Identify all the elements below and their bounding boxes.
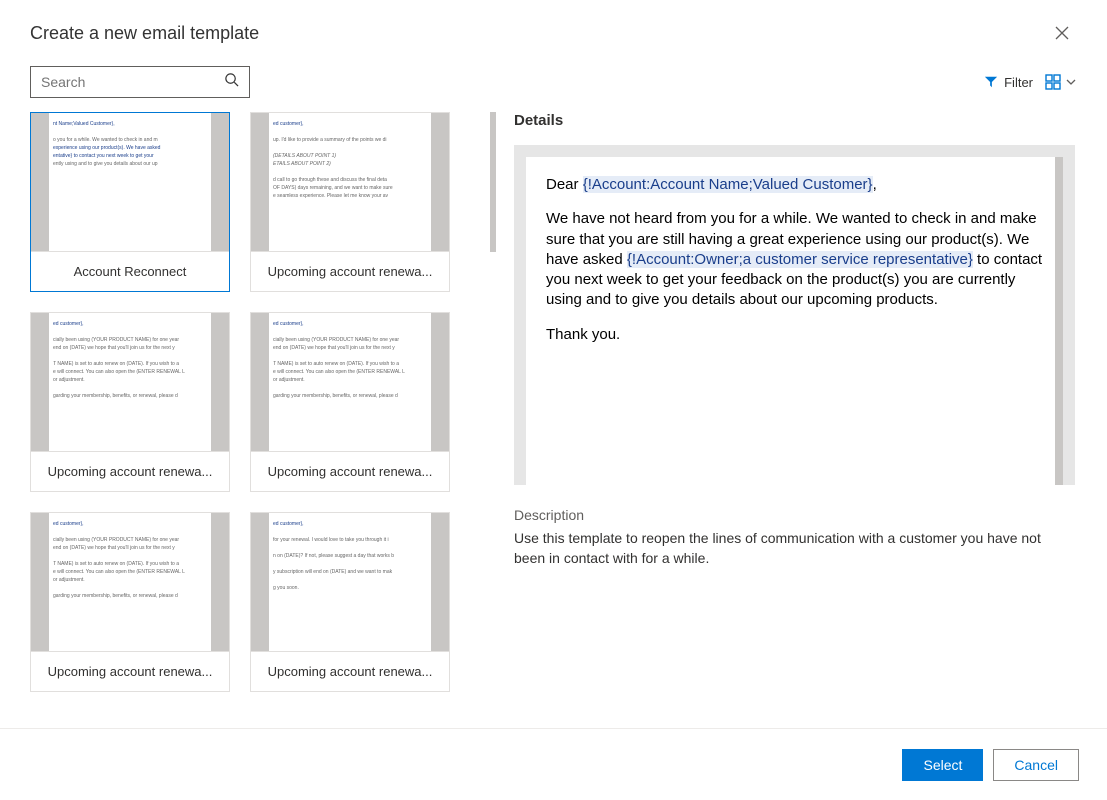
close-icon	[1055, 26, 1069, 40]
preview-greeting: Dear {!Account:Account Name;Valued Custo…	[546, 175, 1043, 195]
chevron-down-icon	[1065, 76, 1077, 88]
dialog-title: Create a new email template	[30, 23, 259, 44]
dialog-footer: Select Cancel	[0, 728, 1107, 800]
template-card[interactable]: ed customer}, cially been using (YOUR PR…	[250, 312, 450, 492]
filter-icon	[984, 75, 998, 89]
template-thumbnail: ed customer}, cially been using (YOUR PR…	[31, 313, 229, 451]
template-card[interactable]: ed customer}, cially been using (YOUR PR…	[30, 312, 230, 492]
template-card-label: Account Reconnect	[31, 251, 229, 291]
select-button[interactable]: Select	[902, 749, 983, 781]
filter-button[interactable]: Filter	[984, 75, 1033, 90]
details-heading: Details	[514, 112, 1075, 129]
template-card-account-reconnect[interactable]: nt Name;Valued Customer}, o you for a wh…	[30, 112, 230, 292]
grid-view-icon	[1045, 74, 1061, 90]
template-thumbnail: nt Name;Valued Customer}, o you for a wh…	[31, 113, 229, 251]
template-preview: Dear {!Account:Account Name;Valued Custo…	[514, 145, 1075, 485]
template-thumbnail: ed customer}, for your renewal. I would …	[251, 513, 449, 651]
filter-label: Filter	[1004, 75, 1033, 90]
search-icon	[224, 72, 239, 92]
template-thumbnail: ed customer}, cially been using (YOUR PR…	[31, 513, 229, 651]
template-thumbnail: ed customer}, cially been using (YOUR PR…	[251, 313, 449, 451]
template-gallery: nt Name;Valued Customer}, o you for a wh…	[30, 112, 490, 717]
preview-body: We have not heard from you for a while. …	[546, 209, 1043, 310]
view-switcher[interactable]	[1045, 74, 1077, 90]
close-button[interactable]	[1047, 18, 1077, 48]
template-card-label: Upcoming account renewa...	[31, 451, 229, 491]
description-text: Use this template to reopen the lines of…	[514, 529, 1075, 568]
cancel-button[interactable]: Cancel	[993, 749, 1079, 781]
gallery-scrollbar[interactable]	[490, 112, 496, 252]
template-card[interactable]: ed customer}, for your renewal. I would …	[250, 512, 450, 692]
description-label: Description	[514, 507, 1075, 523]
template-card-label: Upcoming account renewa...	[251, 451, 449, 491]
preview-scrollbar[interactable]	[1055, 157, 1063, 485]
template-thumbnail: ed customer}, up. I'd like to provide a …	[251, 113, 449, 251]
template-card-label: Upcoming account renewa...	[31, 651, 229, 691]
preview-closing: Thank you.	[546, 325, 1043, 345]
merge-field-account-name: {!Account:Account Name;Valued Customer}	[583, 176, 873, 193]
search-input[interactable]	[41, 74, 224, 90]
template-card[interactable]: ed customer}, up. I'd like to provide a …	[250, 112, 450, 292]
template-card-label: Upcoming account renewa...	[251, 251, 449, 291]
search-box[interactable]	[30, 66, 250, 98]
template-card[interactable]: ed customer}, cially been using (YOUR PR…	[30, 512, 230, 692]
template-card-label: Upcoming account renewa...	[251, 651, 449, 691]
merge-field-account-owner: {!Account:Owner;a customer service repre…	[627, 251, 973, 268]
